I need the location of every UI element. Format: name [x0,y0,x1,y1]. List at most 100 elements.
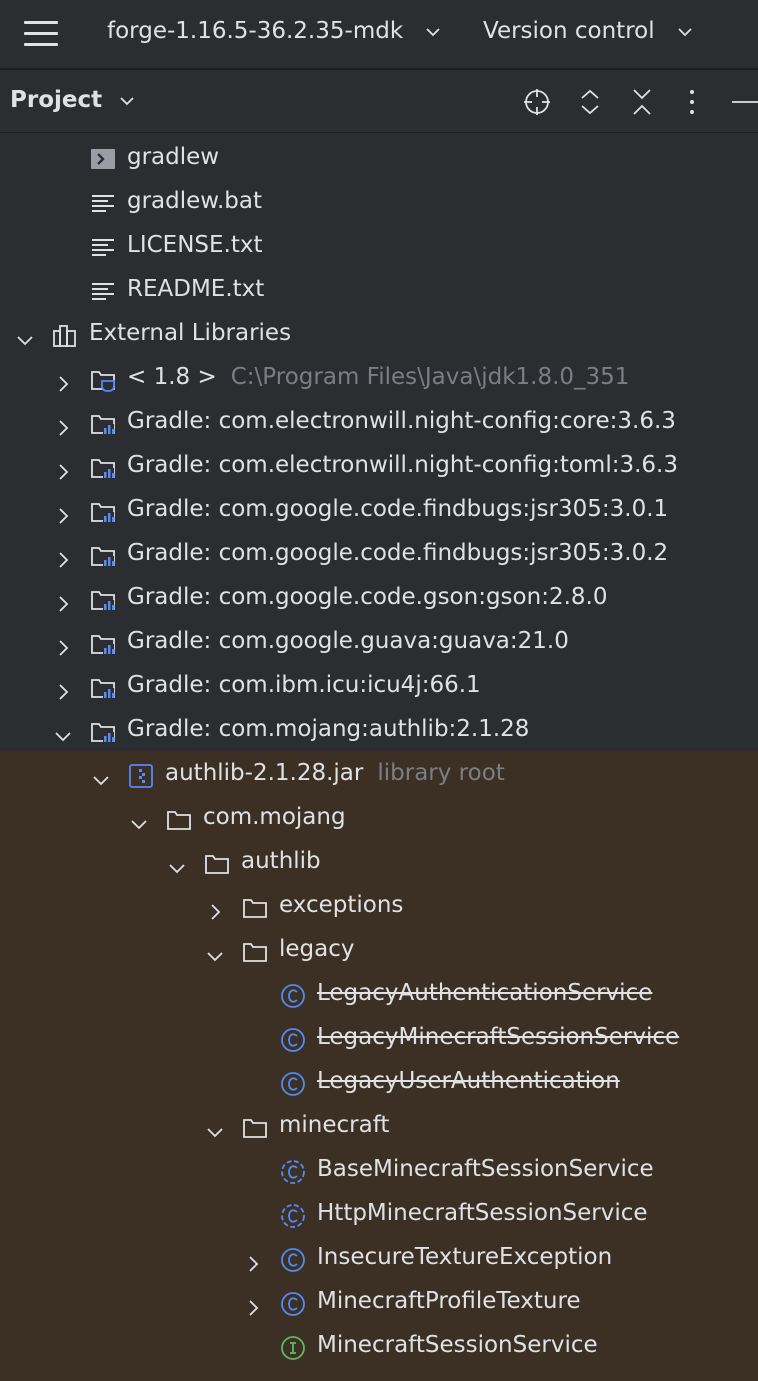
chevron-down-icon[interactable] [128,806,150,830]
tree-row-label: authlib-2.1.28.jar library root [165,751,505,795]
chevron-right-icon[interactable] [52,630,74,656]
tree-row-label: Gradle: com.electronwill.night-config:co… [127,399,676,443]
tree-row[interactable]: exceptions [0,883,758,927]
tree-row[interactable]: README.txt [0,267,758,311]
node-name: LICENSE.txt [127,232,263,258]
tree-row[interactable]: authlib-2.1.28.jar library root [0,751,758,795]
project-view-selector[interactable]: Project [10,87,138,113]
tree-row[interactable]: Gradle: com.electronwill.night-config:to… [0,443,758,487]
tree-row[interactable]: External Libraries [0,311,758,355]
tree-row-label: Gradle: com.mojang:authlib:2.1.28 [127,707,529,751]
interface-icon [280,1332,306,1360]
gradle-lib-icon [90,540,116,567]
chevron-down-icon [678,27,692,36]
panel-title: Project [10,87,103,113]
node-name: External Libraries [89,320,292,346]
tree-row-label: LICENSE.txt [127,223,262,267]
main-menu-icon[interactable] [24,20,58,48]
tree-row[interactable]: Gradle: com.google.code.findbugs:jsr305:… [0,531,758,575]
collapse-all-icon[interactable] [628,87,656,117]
class-icon [280,1288,306,1316]
tree-row[interactable]: minecraft [0,1103,758,1147]
hide-panel-icon[interactable] [730,87,758,117]
chevron-down-icon[interactable] [14,322,36,346]
chevron-right-icon[interactable] [242,1246,264,1272]
chevron-right-icon[interactable] [52,366,74,392]
node-name: MinecraftSessionService [317,1332,598,1358]
tree-row[interactable]: gradlew [0,135,758,179]
class-icon [280,1024,306,1052]
node-annotation: library root [377,760,505,786]
chevron-right-icon[interactable] [52,410,74,436]
tree-row-label: External Libraries [89,311,291,355]
tree-row[interactable]: gradlew.bat [0,179,758,223]
node-name: minecraft [279,1112,390,1138]
chevron-right-icon[interactable] [52,674,74,700]
abstract-class-icon [280,1156,306,1184]
chevron-right-icon[interactable] [52,498,74,524]
tree-row-label: BaseMinecraftSessionService [317,1147,654,1191]
tree-row[interactable]: legacy [0,927,758,971]
node-name: Gradle: com.google.guava:guava:21.0 [127,628,569,654]
tree-row-label: Gradle: com.google.code.gson:gson:2.8.0 [127,575,607,619]
node-name: exceptions [279,892,404,918]
tree-row[interactable]: Gradle: com.ibm.icu:icu4j:66.1 [0,663,758,707]
chevron-down-icon[interactable] [204,938,226,962]
tree-row[interactable]: authlib [0,839,758,883]
tree-row[interactable]: LegacyAuthenticationService [0,971,758,1015]
tree-row[interactable]: com.mojang [0,795,758,839]
gradle-lib-icon [90,628,116,655]
tree-row[interactable]: LegacyMinecraftSessionService [0,1015,758,1059]
tree-row-label: InsecureTextureException [317,1235,612,1279]
chevron-right-icon[interactable] [52,454,74,480]
chevron-down-icon[interactable] [52,718,74,742]
tree-row[interactable]: MinecraftProfileTexture [0,1279,758,1323]
tree-row[interactable]: LICENSE.txt [0,223,758,267]
tree-row[interactable]: < 1.8 > C:\Program Files\Java\jdk1.8.0_35… [0,355,758,399]
tree-row[interactable]: Gradle: com.google.code.findbugs:jsr305:… [0,487,758,531]
tree-row[interactable]: MinecraftSessionService [0,1323,758,1367]
gradle-lib-icon [90,452,116,479]
tree-row[interactable]: HttpMinecraftSessionService [0,1191,758,1235]
expand-all-icon[interactable] [576,87,604,117]
tree-row[interactable]: Gradle: com.google.code.gson:gson:2.8.0 [0,575,758,619]
node-name: BaseMinecraftSessionService [317,1156,654,1182]
version-control-label: Version control [483,18,655,44]
tree-row[interactable]: Gradle: com.google.guava:guava:21.0 [0,619,758,663]
tree-row[interactable]: LegacyUserAuthentication [0,1059,758,1103]
chevron-down-icon[interactable] [166,850,188,874]
chevron-down-icon[interactable] [90,762,112,786]
text-file-icon [90,232,116,258]
jdk-folder-icon [90,364,116,392]
chevron-down-icon[interactable] [204,1114,226,1138]
tree-row-label: MinecraftSessionService [317,1323,598,1367]
tree-row-label: minecraft [279,1103,389,1147]
project-selector[interactable]: forge-1.16.5-36.2.35-mdk [107,18,444,44]
main-toolbar: forge-1.16.5-36.2.35-mdk Version control [0,0,758,70]
tree-row-label: gradlew [127,135,219,179]
node-name: Gradle: com.electronwill.night-config:co… [127,408,676,434]
text-file-icon [90,188,116,214]
chevron-right-icon[interactable] [52,586,74,612]
more-options-icon[interactable] [680,87,704,117]
tree-row-label: LegacyAuthenticationService [317,971,652,1015]
node-name: authlib-2.1.28.jar [165,760,364,786]
tree-row[interactable]: Gradle: com.mojang:authlib:2.1.28 [0,707,758,751]
tree-row[interactable]: BaseMinecraftSessionService [0,1147,758,1191]
tree-row-label: LegacyUserAuthentication [317,1059,620,1103]
node-name: MinecraftProfileTexture [317,1288,581,1314]
tree-row[interactable]: Gradle: com.electronwill.night-config:co… [0,399,758,443]
node-name: Gradle: com.mojang:authlib:2.1.28 [127,716,530,742]
node-name: authlib [241,848,321,874]
folder-icon [242,1112,268,1138]
chevron-right-icon[interactable] [204,894,226,920]
class-icon [280,1244,306,1272]
chevron-right-icon[interactable] [52,542,74,568]
node-name: Gradle: com.ibm.icu:icu4j:66.1 [127,672,481,698]
chevron-right-icon[interactable] [242,1290,264,1316]
version-control-menu[interactable]: Version control [483,18,696,44]
gradle-lib-icon [90,496,116,523]
gradle-lib-icon [90,584,116,611]
tree-row[interactable]: InsecureTextureException [0,1235,758,1279]
locate-file-icon[interactable] [522,87,552,117]
